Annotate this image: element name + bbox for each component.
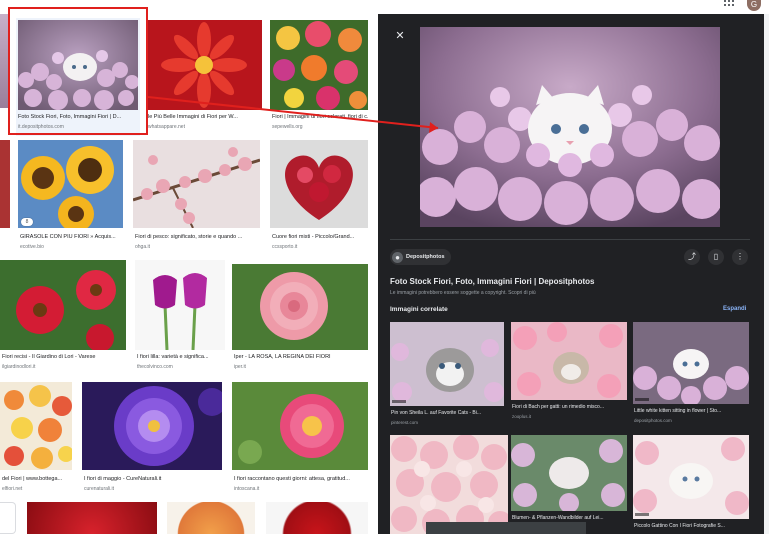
tile-bottom-3[interactable] [167,502,255,534]
image-search-page: G Foto Stock Fiori, Foto, Immagini Fiori… [0,0,769,534]
tile-caption: Iper - LA ROSA, LA REGINA DEI FIORI [234,354,331,360]
tile-image [0,382,72,470]
tile-rose[interactable]: Iper - LA ROSA, LA REGINA DEI FIORI iper… [232,264,368,375]
tile-image [27,502,157,534]
tile-source: iper.it [234,364,246,370]
preview-title[interactable]: Foto Stock Fiori, Foto, Immagini Fiori |… [390,277,594,286]
related-thumb [511,322,627,400]
tile-caption: I fiori di maggio - CureNaturali.it [84,476,162,482]
tile-caption: Fiori | Immagini di fiori colorati, fior… [272,114,368,120]
related-image[interactable]: Fiori di Bach per gatti: un rimedio misc… [511,322,627,430]
more-vert-icon[interactable]: ⋮ [732,249,748,265]
avatar[interactable]: G [747,0,761,11]
tile-source: intoscana.it [234,486,260,492]
watermark [392,400,406,403]
watermark [635,513,649,516]
related-caption: Blumen- & Pflanzen-Wandbilder auf Lei... [512,515,604,521]
tile-sunflowers[interactable]: 8 GIRASOLE CON PIÙ FIORI » Acquis... eco… [18,140,123,252]
image-badge: 8 [21,218,33,226]
related-caption: Piccolo Gattino Con I Fiori Fotografie S… [634,523,725,529]
tile-source: thecolvinco.com [137,364,173,370]
tile-caption: I fiori raccontano questi giorni: attesa… [234,476,350,482]
share-icon[interactable]: ⤴ [684,249,700,265]
related-image[interactable]: Pin von Sheila L. auf Favorite Cats - Bi… [390,322,504,430]
tile-bottom-1[interactable] [0,502,16,534]
copyright-note: Le immagini potrebbero essere soggette a… [390,290,536,296]
related-caption: Fiori di Bach per gatti: un rimedio misc… [512,404,604,410]
tile-image [270,140,368,228]
tile-image [0,260,126,350]
horizontal-scrollbar[interactable] [426,522,586,534]
tile-caption: Cuore fiori misti - Piccolo/Grand... [272,234,355,240]
watermark [635,398,649,401]
page-scrollbar[interactable] [764,14,769,534]
tile-edge-left[interactable] [0,140,10,252]
related-thumb [633,322,749,404]
tile-purple-aster[interactable]: I fiori di maggio - CureNaturali.it cure… [82,382,222,494]
related-image[interactable]: Blumen- & Pflanzen-Wandbilder auf Lei...… [511,435,627,534]
tile-caption: Fiori recisi - Il Giardino di Lori - Var… [2,354,96,360]
preview-image[interactable] [420,27,720,227]
tile-caption: del Fiori | www.bottega... [2,476,63,482]
related-thumb [633,435,749,519]
tile-source: ilgiardinodlori.it [2,364,36,370]
tile-gerbera[interactable]: Fiori recisi - Il Giardino di Lori - Var… [0,260,126,375]
tile-image [18,140,123,228]
tile-source: curenaturali.it [84,486,115,492]
tile-source: ccssporto.it [272,244,298,250]
tile-bottom-2[interactable] [27,502,157,534]
globe-icon: ● [392,251,403,263]
tile-image [133,140,260,228]
source-chip[interactable]: ● Depositphotos [390,249,451,265]
tile-caption: GIRASOLE CON PIÙ FIORI » Acquis... [20,234,116,240]
source-name: Depositphotos [406,254,445,260]
tile-image [146,20,262,110]
bookmark-icon[interactable]: ▯ [708,249,724,265]
tile-image [270,20,368,110]
tile-image [135,260,225,350]
related-thumb [390,322,504,406]
related-heading: Immagini correlate [390,306,448,313]
related-thumb [511,435,627,511]
tile-source: ecotive.bio [20,244,44,250]
tile-image [167,502,255,534]
tile-source: whatsappare.net [148,124,185,130]
related-thumb [390,435,508,534]
tile-image [82,382,222,470]
tile-source: sepewells.org [272,124,303,130]
related-source: depositphotos.com [634,418,672,423]
related-caption: Little white kitten sitting in flower | … [634,408,722,414]
close-icon[interactable]: ✕ [393,29,407,43]
tile-pink-dahlia[interactable]: I fiori raccontano questi giorni: attesa… [232,382,368,494]
tile-image [232,382,368,470]
related-image[interactable]: Piccolo Gattino Con I Fiori Fotografie S… [633,435,749,534]
tile-image [266,502,368,534]
tile-image [232,264,368,350]
tile-mixed-bouquet[interactable]: del Fiori | www.bottega... elfiori.net [0,382,72,494]
related-image[interactable] [390,435,508,534]
apps-grid-icon[interactable] [724,0,736,10]
tile-peach-blossom[interactable]: Fiori di pesco: significato, storie e qu… [133,140,260,252]
selection-highlight [8,7,148,135]
tile-source: ohga.it [135,244,151,250]
tile-caption: Fiori di pesco: significato, storie e qu… [135,234,243,240]
tile-red-dahlia[interactable]: le Più Belle Immagini di Fiori per W... … [146,20,262,138]
tile-source: elfiori.net [2,486,23,492]
tile-caption: le Più Belle Immagini di Fiori per W... [148,114,238,120]
tile-bottom-4[interactable] [266,502,368,534]
related-source: pinterest.com [391,420,419,425]
tile-bouquet[interactable]: Fiori | Immagini di fiori colorati, fior… [270,20,368,138]
expand-link[interactable]: Espandi [723,306,746,312]
panel-divider [390,239,750,240]
related-caption: Pin von Sheila L. auf Favorite Cats - Bi… [391,410,482,416]
tile-heart-flowers[interactable]: Cuore fiori misti - Piccolo/Grand... ccs… [270,140,368,252]
related-image[interactable]: Little white kitten sitting in flower | … [633,322,749,430]
tile-caption: I fiori lilla: varietà e significa... [137,354,209,360]
preview-panel: ✕ ● Depositphotos ⤴ ▯ ⋮ Foto Stock Fiori… [378,14,764,534]
tile-image [0,140,10,228]
tile-tulips[interactable]: I fiori lilla: varietà e significa... th… [135,260,225,375]
related-source: zooplus.it [512,414,532,419]
